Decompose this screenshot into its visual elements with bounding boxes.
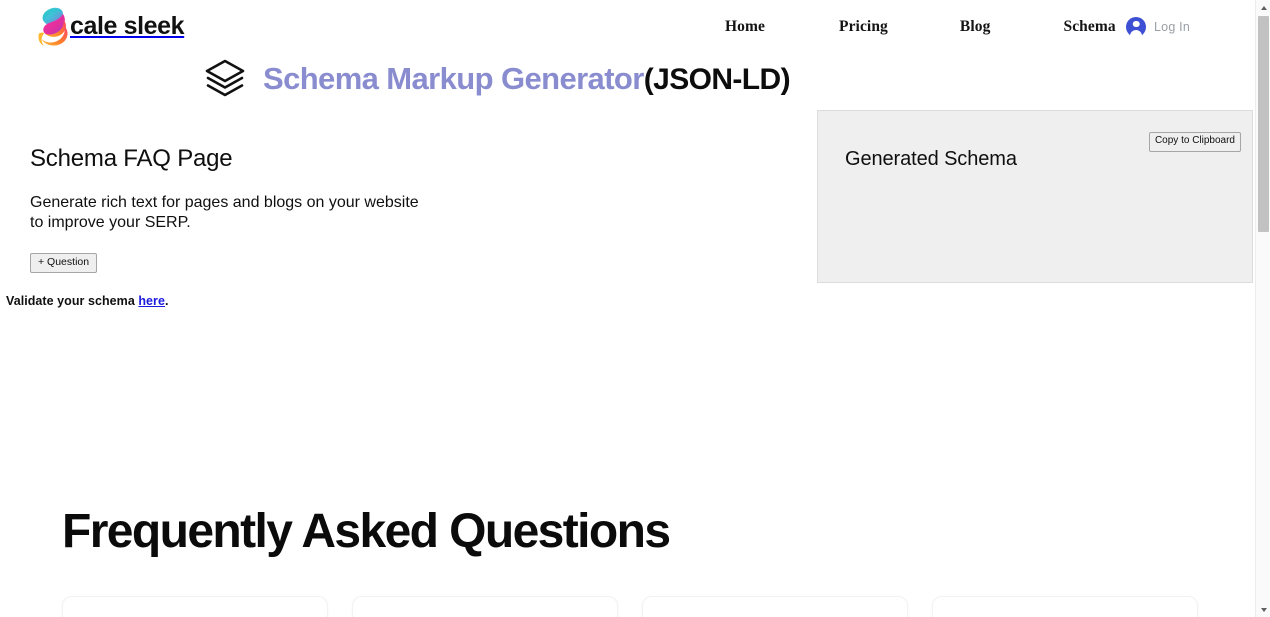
brand-name: cale sleek: [70, 11, 185, 40]
login-label: Log In: [1154, 20, 1190, 34]
nav-item-pricing[interactable]: Pricing: [839, 18, 888, 36]
generator-title-accent: Schema Markup Generator: [263, 61, 644, 96]
faq-card[interactable]: [62, 596, 328, 617]
user-avatar-icon: [1126, 17, 1147, 37]
generated-schema-title: Generated Schema: [845, 148, 1017, 170]
form-description: Generate rich text for pages and blogs o…: [30, 193, 419, 232]
layers-stack-icon: [203, 58, 247, 100]
copy-to-clipboard-button[interactable]: Copy to Clipboard: [1148, 132, 1241, 152]
login-button[interactable]: Log In: [1126, 17, 1190, 37]
scrollbar-up-arrow-icon[interactable]: [1256, 0, 1270, 15]
nav-item-blog[interactable]: Blog: [960, 18, 991, 36]
faq-card[interactable]: [932, 596, 1198, 617]
generator-title-plain: (JSON-LD): [643, 63, 791, 96]
site-header: cale sleek Home Pricing Blog Schema Log …: [0, 0, 1255, 53]
nav-item-home[interactable]: Home: [725, 18, 765, 36]
faq-card-list: [62, 596, 1198, 617]
app-page: cale sleek Home Pricing Blog Schema Log …: [0, 0, 1270, 617]
generator-title-row: Schema Markup Generator(JSON-LD): [203, 53, 791, 105]
brand-logo-link[interactable]: cale sleek: [33, 2, 185, 52]
nav-item-schema[interactable]: Schema: [1063, 18, 1115, 36]
scale-sleek-swirl-logo-icon: [33, 5, 75, 49]
faq-card[interactable]: [642, 596, 908, 617]
add-question-button[interactable]: + Question: [30, 252, 98, 273]
page-scrollbar[interactable]: [1255, 0, 1270, 617]
validate-suffix: .: [164, 294, 169, 308]
validate-prefix: Validate your schema: [6, 294, 139, 308]
scrollbar-down-arrow-icon[interactable]: [1256, 602, 1270, 617]
main-nav: Home Pricing Blog Schema: [725, 0, 1116, 53]
page-title: Schema FAQ Page: [30, 145, 233, 172]
scrollbar-thumb[interactable]: [1258, 16, 1269, 232]
generator-title: Schema Markup Generator(JSON-LD): [263, 61, 791, 96]
faq-card[interactable]: [352, 596, 618, 617]
generated-schema-panel: Copy to Clipboard Generated Schema: [817, 110, 1253, 283]
schema-form-column: Schema FAQ Page Generate rich text for p…: [30, 145, 500, 273]
validate-schema-line: Validate your schema here.: [6, 294, 169, 308]
validate-schema-link[interactable]: here: [138, 294, 165, 308]
faq-heading: Frequently Asked Questions: [62, 505, 671, 558]
